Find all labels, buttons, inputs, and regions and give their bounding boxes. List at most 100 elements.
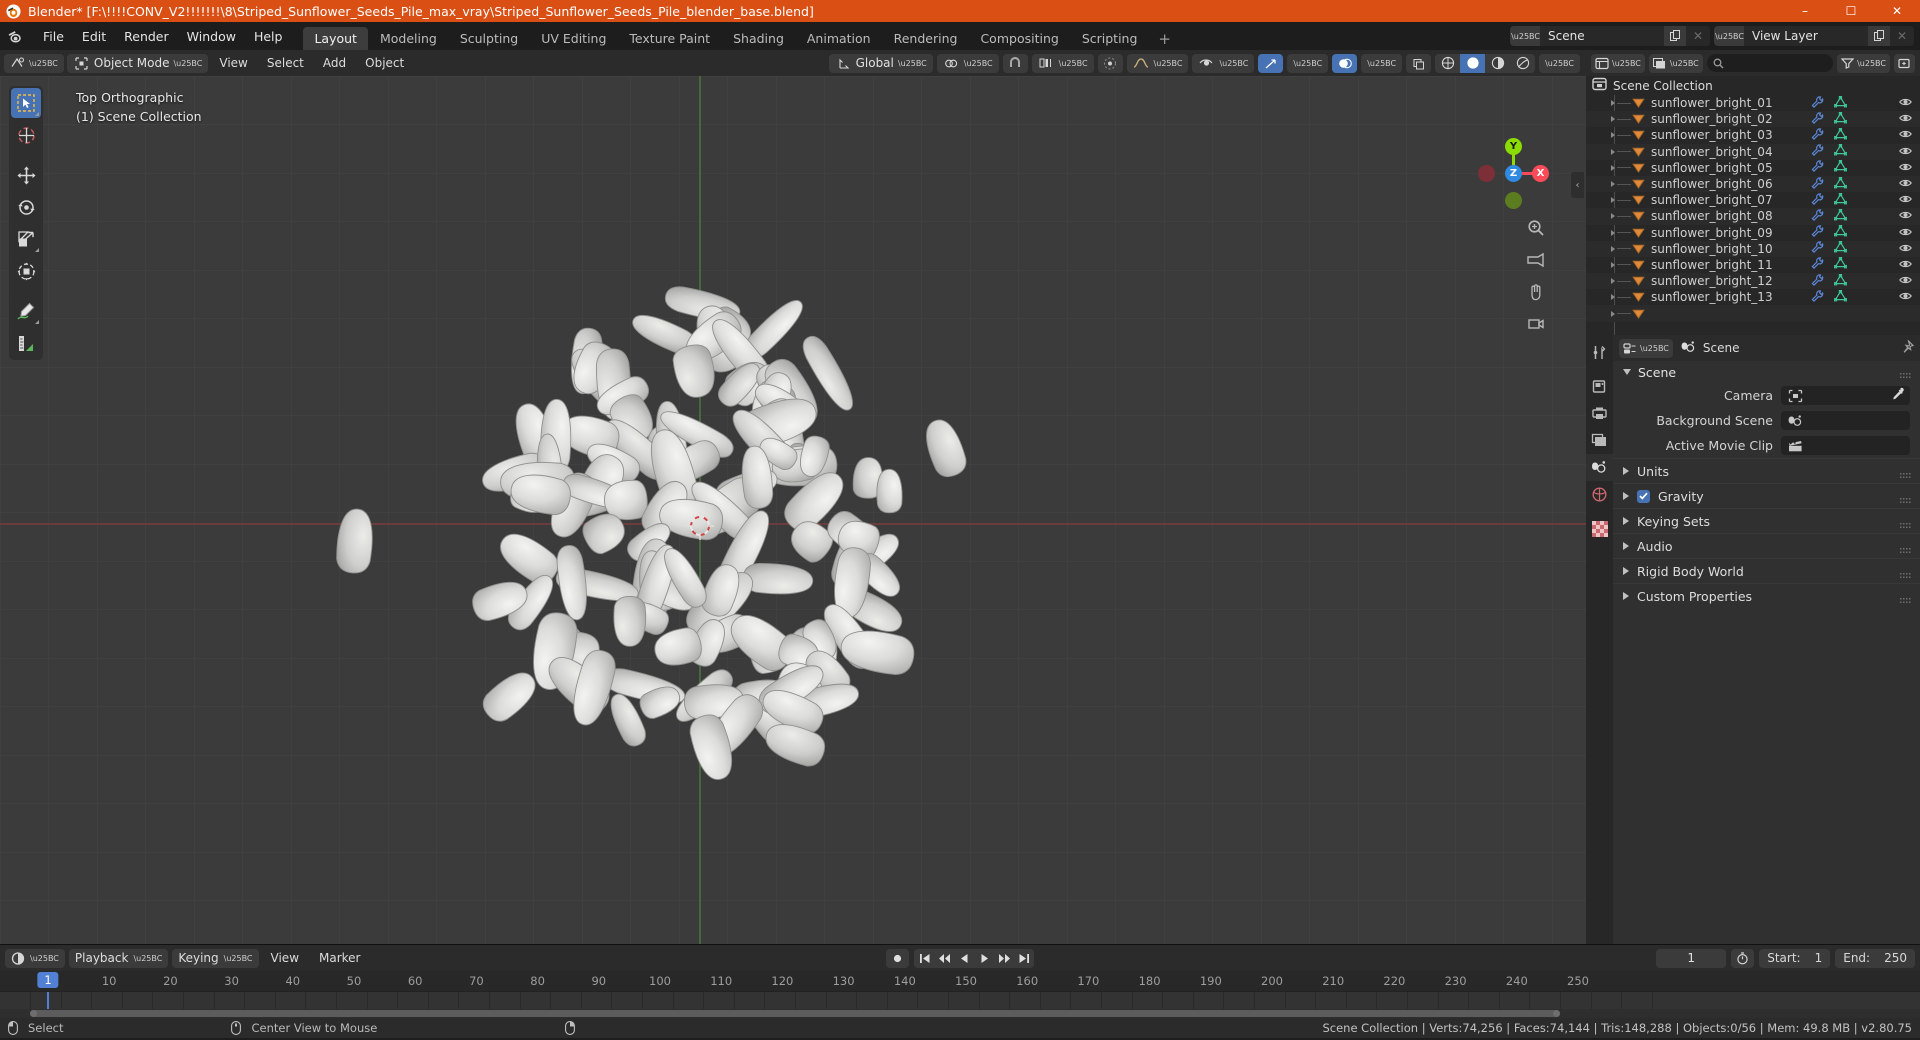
outliner-tree[interactable]: Scene Collection sunflower_bright_01 sunf… — [1586, 76, 1920, 335]
sunflower-seed[interactable] — [742, 562, 814, 596]
new-collection-icon[interactable] — [1894, 53, 1915, 73]
overlay-options-selector[interactable]: \u25BC — [1361, 53, 1403, 73]
editor-type-3dview-icon[interactable]: \u25BC — [4, 53, 64, 73]
view-layer-properties-tab[interactable] — [1586, 427, 1613, 454]
end-frame-field[interactable]: End: 250 — [1835, 948, 1915, 968]
mesh-data-icon[interactable] — [1833, 144, 1848, 159]
object-mesh-icon[interactable] — [1631, 308, 1645, 320]
outliner-row-partial[interactable] — [1586, 305, 1920, 322]
mesh-data-icon[interactable] — [1833, 225, 1848, 240]
sunflower-seed[interactable] — [493, 525, 564, 590]
sunflower-seed[interactable] — [477, 665, 543, 727]
wrench-icon[interactable] — [1811, 144, 1824, 159]
jump-to-end-icon[interactable] — [1014, 949, 1034, 968]
outliner-row[interactable]: sunflower_bright_05 — [1586, 160, 1920, 176]
pivot-point-selector[interactable]: \u25BC — [936, 53, 999, 73]
disclosure-triangle-icon[interactable] — [1608, 196, 1617, 205]
enable-checkbox[interactable] — [1637, 489, 1650, 503]
mesh-data-icon[interactable] — [1833, 111, 1848, 127]
auto-keying-record-icon[interactable] — [886, 948, 909, 968]
workspace-tab-shading[interactable]: Shading — [722, 27, 795, 50]
shading-options-selector[interactable]: \u25BC — [1539, 53, 1580, 73]
tweak-select-box-tool[interactable] — [11, 88, 41, 118]
timeline-scrollbar-thumb[interactable] — [30, 1010, 1560, 1017]
unlink-view-layer-button[interactable]: ✕ — [1890, 26, 1914, 46]
wrench-icon[interactable] — [1811, 290, 1824, 305]
new-scene-button[interactable] — [1664, 26, 1686, 46]
close-button[interactable]: ✕ — [1874, 0, 1920, 22]
editor-type-properties-icon[interactable]: \u25BC — [1619, 338, 1673, 358]
outliner-object-name[interactable]: sunflower_bright_05 — [1651, 161, 1773, 175]
outliner-object-name[interactable]: sunflower_bright_07 — [1651, 193, 1773, 207]
view-layer-icon[interactable]: \u25BC — [1714, 26, 1744, 46]
eye-icon[interactable] — [1899, 96, 1912, 110]
add-workspace-button[interactable]: + — [1149, 27, 1180, 50]
sunflower-seed[interactable] — [876, 468, 903, 514]
timeline-menu-playback[interactable]: Playback \u25BC — [68, 948, 169, 968]
eye-icon[interactable] — [1899, 145, 1912, 159]
disclosure-triangle-icon[interactable] — [1623, 467, 1629, 475]
object-mesh-icon[interactable] — [1631, 275, 1645, 287]
timeline-ruler[interactable]: › 10203040506070809010011012013014015016… — [0, 971, 1920, 1014]
wrench-icon[interactable] — [1811, 128, 1824, 143]
wrench-icon[interactable] — [1811, 193, 1824, 208]
object-mesh-icon[interactable] — [1631, 178, 1645, 190]
viewport-menu-select[interactable]: Select — [259, 54, 312, 72]
mesh-data-icon[interactable] — [1833, 160, 1848, 175]
minimize-button[interactable]: – — [1782, 0, 1828, 22]
disclosure-triangle-icon[interactable] — [1623, 567, 1629, 575]
filter-icon[interactable]: \u25BC — [1837, 53, 1890, 73]
render-properties-tab[interactable] — [1586, 373, 1613, 400]
object-mesh-icon[interactable] — [1631, 97, 1645, 109]
eye-icon[interactable] — [1899, 242, 1912, 256]
properties-subpanel-gravity[interactable]: Gravity — [1613, 483, 1920, 508]
view-layer-name[interactable]: View Layer — [1744, 29, 1868, 43]
object-mesh-icon[interactable] — [1631, 291, 1645, 303]
workspace-tab-sculpting[interactable]: Sculpting — [449, 27, 529, 50]
playhead-label[interactable]: 1 — [37, 972, 59, 988]
outliner-row[interactable]: sunflower_bright_01 — [1586, 95, 1920, 111]
wrench-icon[interactable] — [1811, 241, 1824, 256]
sunflower-seed[interactable] — [920, 415, 971, 481]
wrench-icon[interactable] — [1811, 112, 1824, 127]
measure-tool[interactable] — [11, 328, 41, 358]
mesh-data-icon[interactable] — [1833, 257, 1848, 272]
outliner-object-name[interactable]: sunflower_bright_11 — [1651, 258, 1773, 272]
scene-selector[interactable]: \u25BC Scene ✕ — [1510, 26, 1710, 46]
gizmo-axis-z[interactable]: Z — [1505, 165, 1522, 182]
workspace-tab-compositing[interactable]: Compositing — [969, 27, 1069, 50]
tool-properties-tab[interactable] — [1586, 339, 1613, 366]
outliner-search-input[interactable] — [1706, 54, 1834, 72]
disclosure-triangle-icon[interactable] — [1623, 517, 1629, 525]
disclosure-triangle-icon[interactable] — [1608, 260, 1617, 269]
mesh-data-icon[interactable] — [1833, 127, 1848, 143]
rendered-shading-icon[interactable] — [1510, 54, 1535, 73]
eye-icon[interactable] — [1899, 112, 1912, 126]
outliner-row[interactable]: sunflower_bright_03 — [1586, 127, 1920, 143]
outliner-row[interactable]: sunflower_bright_08 — [1586, 208, 1920, 225]
mesh-data-icon[interactable] — [1833, 176, 1848, 192]
transform-orientation-selector[interactable]: Global \u25BC — [828, 53, 933, 73]
timeline-menu-marker[interactable]: Marker — [311, 949, 368, 967]
outliner-object-name[interactable]: sunflower_bright_13 — [1651, 290, 1773, 304]
mesh-data-icon[interactable] — [1833, 273, 1848, 289]
disclosure-triangle-icon[interactable] — [1608, 277, 1617, 286]
mesh-data-icon[interactable] — [1833, 289, 1848, 305]
menu-help[interactable]: Help — [245, 26, 292, 47]
jump-to-next-keyframe-icon[interactable] — [994, 949, 1014, 968]
hand-move-icon[interactable] — [1524, 280, 1548, 304]
properties-subpanel-keying-sets[interactable]: Keying Sets — [1613, 508, 1920, 533]
output-properties-tab[interactable] — [1586, 400, 1613, 427]
camera-field[interactable] — [1781, 386, 1910, 405]
proportional-edit-icon[interactable] — [1097, 53, 1123, 73]
viewport-menu-object[interactable]: Object — [357, 54, 412, 72]
outliner-object-name[interactable]: sunflower_bright_01 — [1651, 96, 1773, 110]
mesh-data-icon[interactable] — [1833, 95, 1848, 111]
visibility-selector[interactable]: \u25BC — [1192, 53, 1255, 73]
outliner-row[interactable]: sunflower_bright_11 — [1586, 257, 1920, 273]
mesh-data-icon[interactable] — [1833, 192, 1848, 208]
snap-to-selector[interactable]: \u25BC — [1031, 53, 1094, 73]
outliner-object-name[interactable]: sunflower_bright_02 — [1651, 112, 1773, 126]
eye-icon[interactable] — [1899, 274, 1912, 288]
wrench-icon[interactable] — [1811, 160, 1824, 175]
